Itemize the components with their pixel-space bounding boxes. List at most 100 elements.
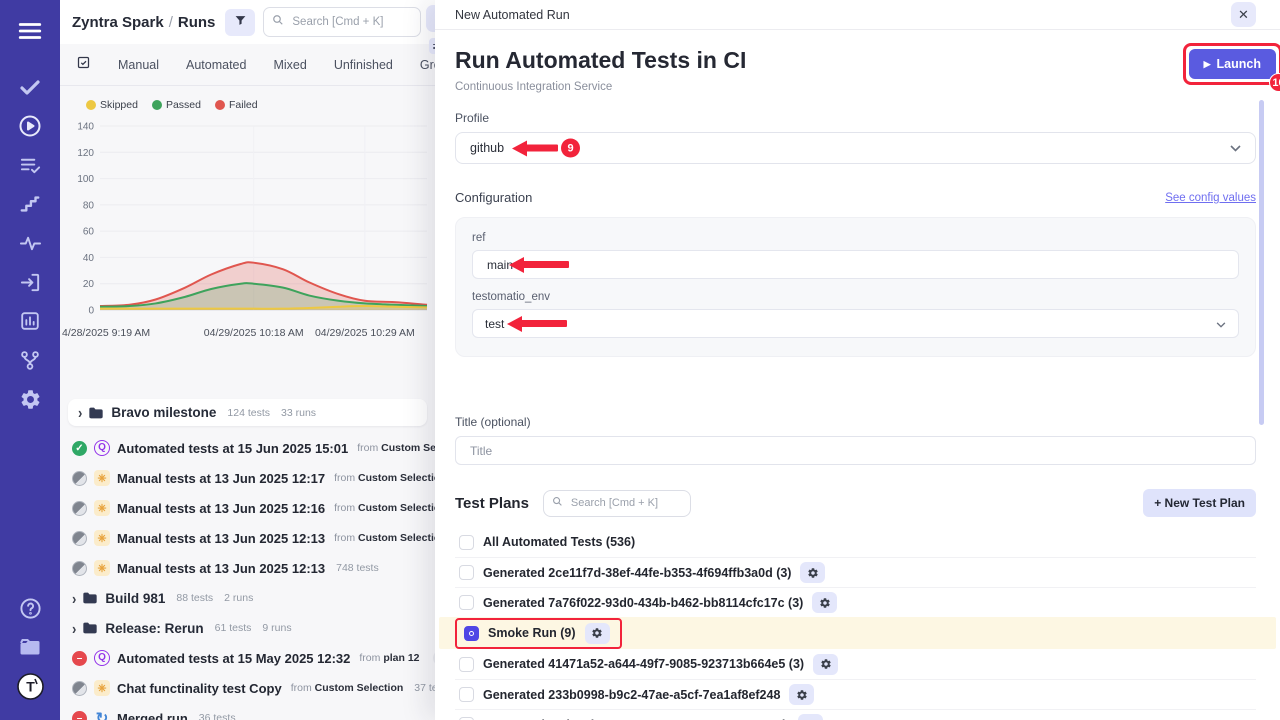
annotation-smoke-box: Smoke Run (9) <box>455 618 622 649</box>
import-icon[interactable] <box>15 267 45 297</box>
plan-checkbox[interactable] <box>459 595 474 610</box>
plans-search-input[interactable] <box>569 496 682 510</box>
run-title: Manual tests at 13 Jun 2025 12:16 <box>117 501 325 516</box>
run-source: from Custom Selection <box>291 682 404 694</box>
plan-checkbox[interactable] <box>459 657 474 672</box>
test-plan-row[interactable]: Generated a4d690b7-8889-4ae1-92aa-0c3001… <box>455 709 1256 720</box>
funnel-icon <box>234 14 247 30</box>
bar-chart-icon[interactable] <box>15 306 45 336</box>
checklist-icon[interactable] <box>76 55 91 75</box>
env-label: testomatio_env <box>472 291 1239 303</box>
plan-checkbox[interactable] <box>459 687 474 702</box>
plan-checkbox[interactable] <box>459 565 474 580</box>
plan-settings-icon[interactable] <box>813 654 838 675</box>
svg-text:04/29/2025 10:29 AM: 04/29/2025 10:29 AM <box>315 327 415 339</box>
plan-checkbox[interactable] <box>464 626 479 641</box>
chevron-down-icon <box>1230 141 1241 155</box>
help-icon[interactable] <box>15 593 45 623</box>
new-run-dialog: New Automated Run ✕ ▶ Launch 10 Run Auto… <box>435 0 1280 720</box>
plans-search <box>543 490 691 517</box>
tab-manual[interactable]: Manual <box>118 58 159 72</box>
test-plan-row[interactable]: Generated 2ce11f7d-38ef-44fe-b353-4f694f… <box>455 557 1256 587</box>
plan-checkbox[interactable] <box>459 535 474 550</box>
annotation-step-9: 9 <box>561 139 580 158</box>
run-row[interactable]: Manual tests at 13 Jun 2025 12:13from Cu… <box>72 523 435 553</box>
run-meta: 748 tests <box>336 562 379 574</box>
app-sidebar: T <box>0 0 60 720</box>
list-check-icon[interactable] <box>15 150 45 180</box>
run-group-row[interactable]: ›Build 98188 tests2 runs <box>72 583 435 613</box>
run-row[interactable]: Manual tests at 13 Jun 2025 12:17from Cu… <box>72 463 435 493</box>
run-row[interactable]: ✓QAutomated tests at 15 Jun 2025 15:01fr… <box>72 433 435 463</box>
run-meta: 37 tests <box>414 682 435 694</box>
profile-value: github <box>470 141 504 155</box>
svg-text:0: 0 <box>88 306 94 317</box>
dialog-scrollbar[interactable] <box>1259 100 1264 425</box>
new-test-plan-button[interactable]: + New Test Plan <box>1143 489 1256 517</box>
run-row[interactable]: Chat functinality test Copyfrom Custom S… <box>72 673 435 703</box>
folder-icon <box>88 406 104 420</box>
chevron-down-icon <box>1216 315 1226 333</box>
check-icon[interactable] <box>15 72 45 102</box>
runs-close-button[interactable]: ✕ <box>426 5 435 32</box>
run-source: from Custom Selection <box>334 472 435 484</box>
status-progress-icon <box>72 561 87 576</box>
breadcrumb-project[interactable]: Zyntra Spark <box>72 14 164 31</box>
run-meta: 9 runs <box>262 622 291 634</box>
test-plan-row[interactable]: Generated 233b0998-b9c2-47ae-a5cf-7ea1af… <box>455 679 1256 709</box>
test-plan-row[interactable]: Generated 7a76f022-93d0-434b-b462-bb8114… <box>455 587 1256 617</box>
plan-settings-icon[interactable] <box>800 562 825 583</box>
branch-icon[interactable] <box>15 345 45 375</box>
title-input[interactable] <box>468 443 1243 459</box>
settings-icon[interactable] <box>15 384 45 414</box>
plan-settings-icon[interactable] <box>812 592 837 613</box>
see-config-values-link[interactable]: See config values <box>1165 192 1256 204</box>
run-row[interactable]: –↻Merged run36 tests <box>72 703 435 720</box>
run-group-row[interactable]: ›Release: Rerun61 tests9 runs <box>72 613 435 643</box>
plan-settings-icon[interactable] <box>789 684 814 705</box>
plan-settings-icon[interactable] <box>585 623 610 644</box>
profile-label: Profile <box>455 111 1256 125</box>
tab-mixed[interactable]: Mixed <box>273 58 306 72</box>
projects-icon[interactable] <box>15 632 45 662</box>
tab-automated[interactable]: Automated <box>186 58 246 72</box>
svg-text:40: 40 <box>83 253 95 264</box>
run-title: Merged run <box>117 711 188 720</box>
status-progress-icon <box>72 681 87 696</box>
status-progress-icon <box>72 531 87 546</box>
test-plans-list: All Automated Tests (536)Generated 2ce11… <box>455 527 1256 720</box>
env-select[interactable]: test <box>472 309 1239 338</box>
tab-unfinished[interactable]: Unfinished <box>334 58 393 72</box>
run-meta: 33 runs <box>281 407 316 419</box>
status-failed-icon: – <box>72 651 87 666</box>
test-plan-row[interactable]: Smoke Run (9) <box>439 617 1276 649</box>
chevron-right-icon[interactable]: › <box>72 589 76 607</box>
profile-select[interactable]: github 9 <box>455 132 1256 164</box>
logo-icon[interactable]: T <box>15 671 45 701</box>
run-row[interactable]: Manual tests at 13 Jun 2025 12:13748 tes… <box>72 553 435 583</box>
steps-icon[interactable] <box>15 189 45 219</box>
dialog-title: New Automated Run <box>455 8 570 22</box>
pulse-icon[interactable] <box>15 228 45 258</box>
plan-settings-icon[interactable] <box>798 714 823 720</box>
svg-text:60: 60 <box>83 227 95 238</box>
chevron-right-icon[interactable]: › <box>78 404 82 422</box>
test-plan-row[interactable]: Generated 41471a52-a644-49f7-9085-923713… <box>455 649 1256 679</box>
launch-label: Launch <box>1217 57 1261 71</box>
runs-tabs: Manual Automated Mixed Unfinished Groups <box>60 44 435 86</box>
chevron-right-icon[interactable]: › <box>72 619 76 637</box>
run-row[interactable]: –QAutomated tests at 15 May 2025 12:32fr… <box>72 643 435 673</box>
filter-button[interactable] <box>225 9 255 36</box>
launch-button[interactable]: ▶ Launch <box>1189 49 1276 79</box>
play-circle-icon[interactable] <box>15 111 45 141</box>
run-group-row[interactable]: ›Bravo milestone124 tests33 runs <box>68 399 427 426</box>
test-plan-row[interactable]: All Automated Tests (536) <box>455 527 1256 557</box>
run-row[interactable]: Manual tests at 13 Jun 2025 12:16from Cu… <box>72 493 435 523</box>
menu-icon[interactable] <box>15 16 45 46</box>
run-meta: 61 tests <box>215 622 252 634</box>
runs-list: ›Bravo milestone124 tests33 runs ✓QAutoma… <box>60 399 435 720</box>
tab-groups[interactable]: Groups <box>420 58 435 72</box>
runs-search-input[interactable] <box>290 15 412 29</box>
close-icon[interactable]: ✕ <box>1231 2 1256 27</box>
status-progress-icon <box>72 501 87 516</box>
